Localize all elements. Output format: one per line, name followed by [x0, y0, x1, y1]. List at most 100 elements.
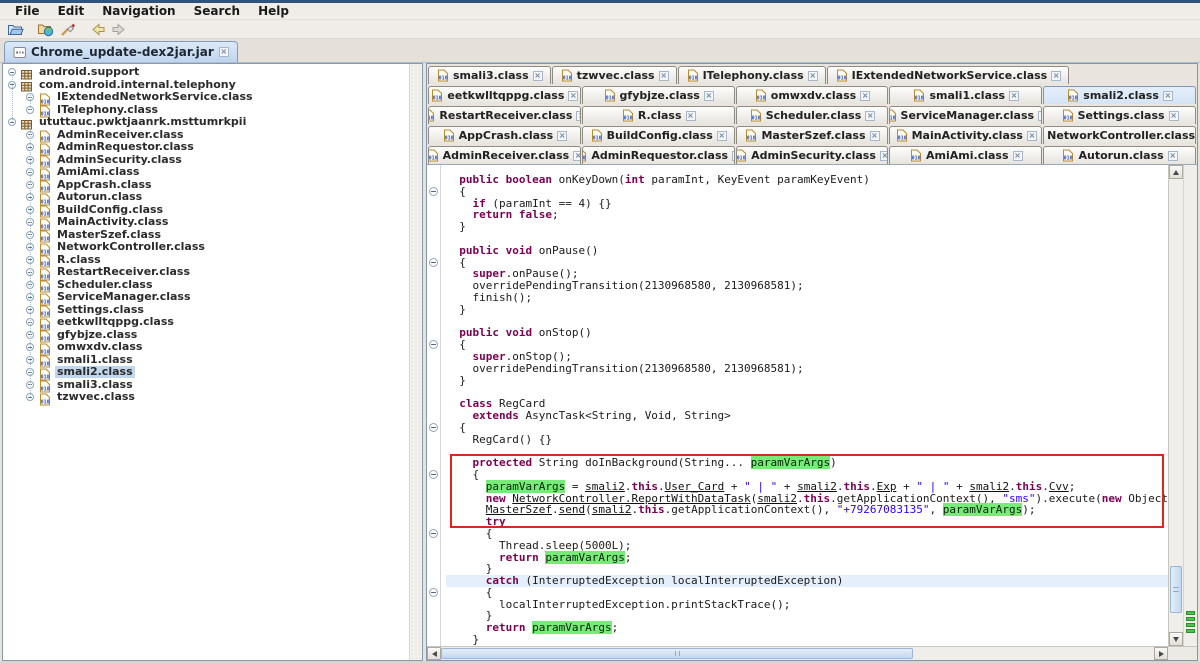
fold-toggle-icon[interactable] — [429, 340, 438, 349]
tab-ITelephony-class[interactable]: 010ITelephony.class× — [678, 66, 826, 84]
tab-AdminRequestor-class[interactable]: 010AdminRequestor.class× — [582, 146, 735, 164]
tree-item-Scheduler-class[interactable]: 010Scheduler.class — [3, 279, 409, 292]
close-icon[interactable]: × — [573, 151, 581, 161]
jar-document-tab[interactable]: Chrome_update-dex2jar.jar × — [4, 41, 238, 62]
tree-item-AdminSecurity-class[interactable]: 010AdminSecurity.class — [3, 154, 409, 167]
tree-item-Settings-class[interactable]: 010Settings.class — [3, 304, 409, 317]
tree-item-MainActivity-class[interactable]: 010MainActivity.class — [3, 216, 409, 229]
tree-item-smali1-class[interactable]: 010smali1.class — [3, 354, 409, 367]
tab-gfybjze-class[interactable]: 010gfybjze.class× — [582, 86, 735, 104]
close-icon[interactable]: × — [860, 91, 870, 101]
tree-item-omwxdv-class[interactable]: 010omwxdv.class — [3, 341, 409, 354]
close-icon[interactable]: × — [1009, 91, 1019, 101]
open-type-icon[interactable] — [34, 20, 56, 38]
tree-item-R-class[interactable]: 010R.class — [3, 254, 409, 267]
close-icon[interactable]: × — [808, 71, 818, 81]
fold-toggle-icon[interactable] — [429, 258, 438, 267]
close-icon[interactable]: × — [576, 111, 580, 121]
menu-item-search[interactable]: Search — [185, 4, 249, 18]
tree-item-RestartReceiver-class[interactable]: 010RestartReceiver.class — [3, 266, 409, 279]
occurrence-marker[interactable] — [1186, 623, 1195, 627]
close-icon[interactable]: × — [865, 111, 875, 121]
search-icon[interactable] — [56, 20, 78, 38]
tree-item-ututtauc-pwktjaanrk-msttumrkpii[interactable]: ututtauc.pwktjaanrk.msttumrkpii — [3, 116, 409, 129]
tree-item-AdminReceiver-class[interactable]: 010AdminReceiver.class — [3, 129, 409, 142]
tree-item-IExtendedNetworkService-class[interactable]: 010IExtendedNetworkService.class — [3, 91, 409, 104]
tab-Settings-class[interactable]: 010Settings.class× — [1043, 106, 1196, 124]
code-link[interactable]: send — [559, 503, 586, 516]
scroll-right-button[interactable] — [1154, 647, 1168, 660]
scroll-left-button[interactable] — [427, 647, 441, 660]
back-icon[interactable] — [86, 20, 108, 38]
horizontal-scrollbar-thumb[interactable] — [441, 648, 913, 659]
tree-item-tzwvec-class[interactable]: 010tzwvec.class — [3, 391, 409, 404]
tab-RestartReceiver-class[interactable]: 010RestartReceiver.class× — [428, 106, 581, 124]
tree-item-android-support[interactable]: android.support — [3, 66, 409, 79]
fold-toggle-icon[interactable] — [429, 187, 438, 196]
tab-tzwvec-class[interactable]: 010tzwvec.class× — [552, 66, 677, 84]
menu-item-navigation[interactable]: Navigation — [93, 4, 184, 18]
fold-toggle-icon[interactable] — [429, 588, 438, 597]
tree-item-AppCrash-class[interactable]: 010AppCrash.class — [3, 179, 409, 192]
close-icon[interactable]: × — [1038, 111, 1042, 121]
tab-Autorun-class[interactable]: 010Autorun.class× — [1043, 146, 1196, 164]
close-icon[interactable]: × — [686, 111, 696, 121]
tab-ServiceManager-class[interactable]: 010ServiceManager.class× — [889, 106, 1042, 124]
tree-item-eetkwlltqppg-class[interactable]: 010eetkwlltqppg.class — [3, 316, 409, 329]
close-icon[interactable]: × — [732, 151, 735, 161]
tab-NetworkController-class[interactable]: 010NetworkController.class× — [1043, 126, 1196, 144]
close-icon[interactable]: × — [1013, 151, 1023, 161]
close-icon[interactable]: × — [1168, 151, 1178, 161]
tab-AmiAmi-class[interactable]: 010AmiAmi.class× — [889, 146, 1042, 164]
tab-AdminReceiver-class[interactable]: 010AdminReceiver.class× — [428, 146, 581, 164]
tab-AdminSecurity-class[interactable]: 010AdminSecurity.class× — [736, 146, 889, 164]
close-icon[interactable]: × — [219, 47, 229, 57]
close-icon[interactable]: × — [870, 131, 880, 141]
fold-toggle-icon[interactable] — [429, 470, 438, 479]
tab-IExtendedNetworkService-class[interactable]: 010IExtendedNetworkService.class× — [827, 66, 1070, 84]
tree-item-gfybjze-class[interactable]: 010gfybjze.class — [3, 329, 409, 342]
code-editor[interactable]: public boolean onKeyDown(int paramInt, K… — [427, 164, 1197, 646]
tab-eetkwlltqppg-class[interactable]: 010eetkwlltqppg.class× — [428, 86, 581, 104]
close-icon[interactable]: × — [568, 91, 578, 101]
occurrence-marker[interactable] — [1186, 617, 1195, 621]
tree-item-AdminRequestor-class[interactable]: 010AdminRequestor.class — [3, 141, 409, 154]
tab-AppCrash-class[interactable]: 010AppCrash.class× — [428, 126, 581, 144]
tab-omwxdv-class[interactable]: 010omwxdv.class× — [736, 86, 889, 104]
tab-R-class[interactable]: 010R.class× — [582, 106, 735, 124]
close-icon[interactable]: × — [717, 131, 727, 141]
tree-item-smali3-class[interactable]: 010smali3.class — [3, 379, 409, 392]
close-icon[interactable]: × — [533, 71, 543, 81]
close-icon[interactable]: × — [1169, 111, 1179, 121]
tab-smali3-class[interactable]: 010smali3.class× — [428, 66, 551, 84]
tab-MainActivity-class[interactable]: 010MainActivity.class× — [889, 126, 1042, 144]
close-icon[interactable]: × — [1163, 91, 1173, 101]
tab-Scheduler-class[interactable]: 010Scheduler.class× — [736, 106, 889, 124]
tree-vertical-scrollbar[interactable] — [409, 64, 422, 660]
close-icon[interactable]: × — [880, 151, 889, 161]
scroll-down-button[interactable] — [1169, 632, 1183, 646]
tree-item-NetworkController-class[interactable]: 010NetworkController.class — [3, 241, 409, 254]
occurrence-marker[interactable] — [1186, 611, 1195, 615]
close-icon[interactable]: × — [1027, 131, 1037, 141]
menu-item-file[interactable]: File — [6, 4, 49, 18]
menu-item-help[interactable]: Help — [249, 4, 298, 18]
forward-icon[interactable] — [108, 20, 130, 38]
close-icon[interactable]: × — [704, 91, 714, 101]
tree-item-com-android-internal-telephony[interactable]: com.android.internal.telephony — [3, 79, 409, 92]
fold-toggle-icon[interactable] — [429, 423, 438, 432]
tree-item-MasterSzef-class[interactable]: 010MasterSzef.class — [3, 229, 409, 242]
scroll-up-button[interactable] — [1169, 165, 1183, 179]
tree-item-BuildConfig-class[interactable]: 010BuildConfig.class — [3, 204, 409, 217]
close-icon[interactable]: × — [1051, 71, 1061, 81]
close-icon[interactable]: × — [557, 131, 567, 141]
tab-MasterSzef-class[interactable]: 010MasterSzef.class× — [736, 126, 889, 144]
close-icon[interactable]: × — [659, 71, 669, 81]
tree-item-AmiAmi-class[interactable]: 010AmiAmi.class — [3, 166, 409, 179]
tree-item-smali2-class[interactable]: 010smali2.class — [3, 366, 409, 379]
vertical-scrollbar-thumb[interactable] — [1170, 566, 1182, 613]
tab-BuildConfig-class[interactable]: 010BuildConfig.class× — [582, 126, 735, 144]
open-file-icon[interactable] — [4, 20, 26, 38]
tree-item-ServiceManager-class[interactable]: 010ServiceManager.class — [3, 291, 409, 304]
code-link[interactable]: smali2 — [592, 503, 632, 516]
